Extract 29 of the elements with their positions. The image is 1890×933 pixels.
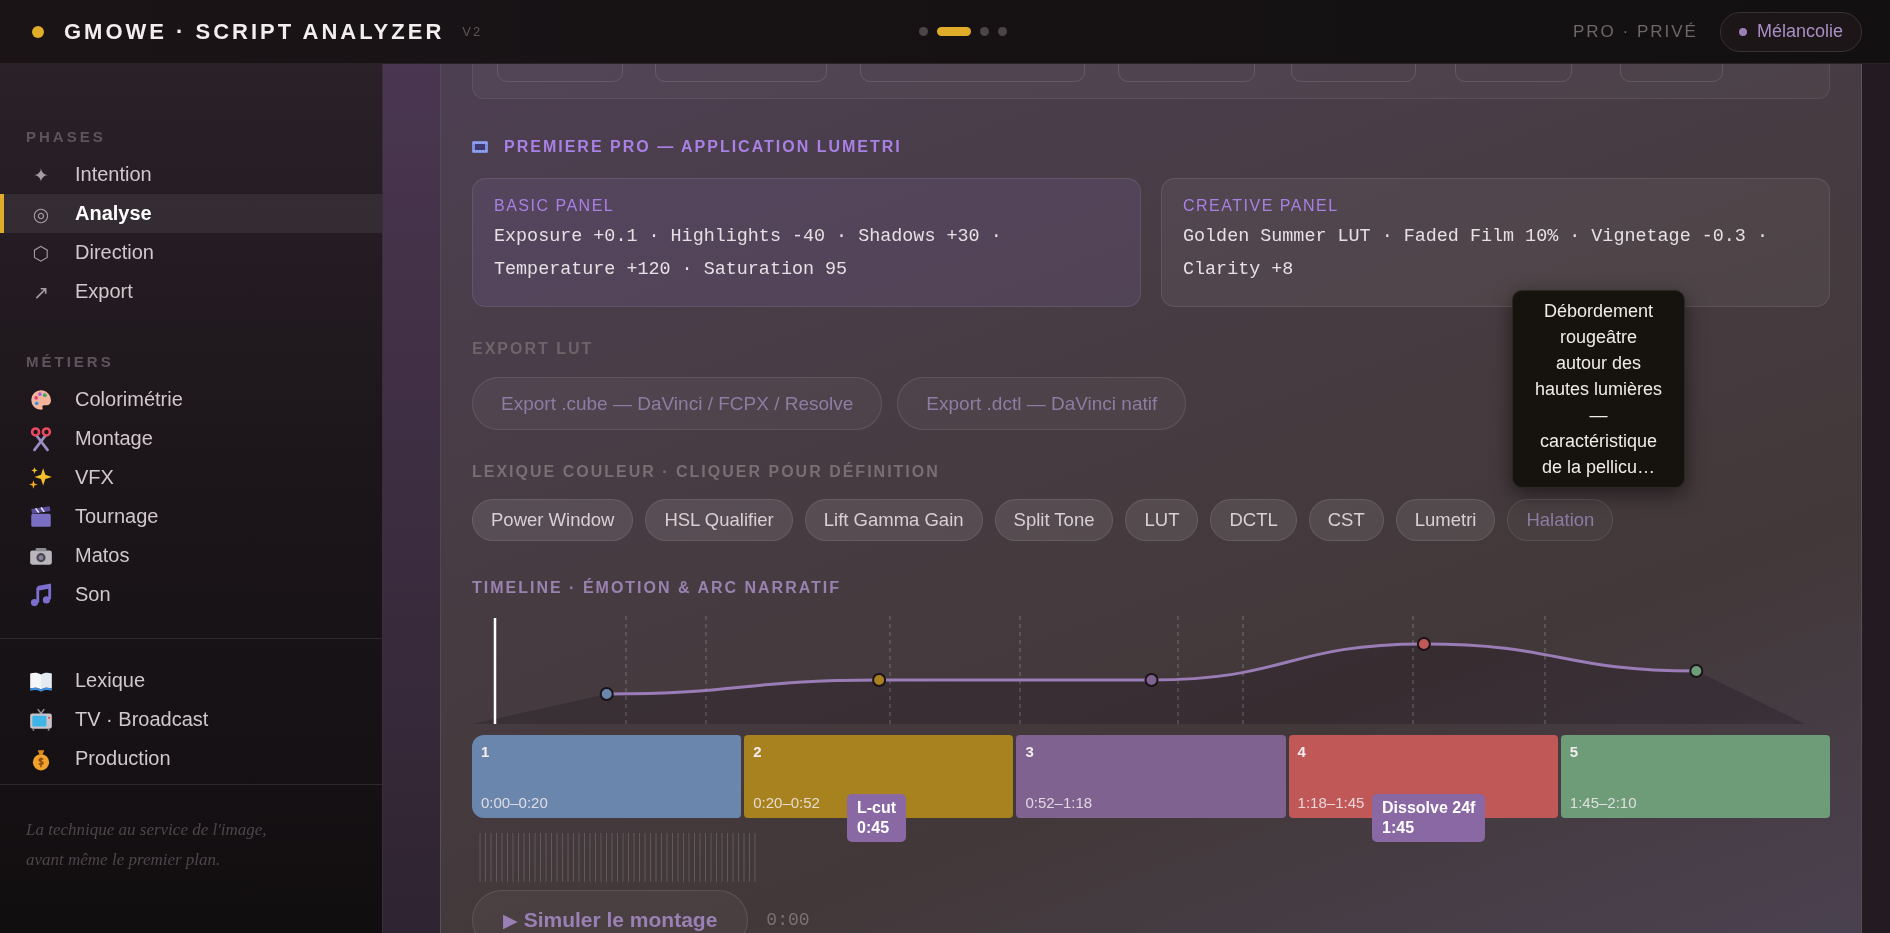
segment-time-range: 0:52–1:18	[1025, 794, 1093, 811]
segment-number: 2	[753, 743, 762, 760]
playback-time: 0:00	[766, 910, 810, 930]
section-heading: TIMELINE · ÉMOTION & ARC NARRATIF	[472, 578, 842, 598]
transition-tooltip: Dissolve 24f 1:45	[1372, 794, 1486, 842]
segment-number: 1	[481, 743, 490, 760]
segment-number: 3	[1025, 743, 1034, 760]
plan-label: PRO · PRIVÉ	[1573, 21, 1698, 42]
version-label: V2	[462, 24, 483, 39]
panel-title: BASIC PANEL	[494, 197, 616, 215]
panel-text: Golden Summer LUT · Faded Film 10% · Vignetage -0.3 · Clarity +8	[1183, 225, 1769, 282]
phase-icon: ✦	[33, 163, 49, 186]
definition-tooltip: Débordement rougeâtre autour des hautes lumières — caractéristique de la pellicu…	[1512, 290, 1685, 488]
sidebar-heading: MÉTIERS	[25, 353, 115, 370]
segment-number: 5	[1569, 743, 1579, 760]
phase-icon: ⬡	[32, 241, 50, 264]
panel-title: CREATIVE PANEL	[1183, 197, 1340, 215]
segment-time-range: 0:20–0:52	[753, 794, 820, 811]
transition-tooltip: L-cut 0:45	[847, 794, 907, 842]
tagline: La technique au service de l'image, avant même le premier plan.	[25, 819, 268, 871]
app-title: GMOWE · SCRIPT ANALYZER	[64, 18, 445, 45]
segment-time-range: 1:18–1:45	[1297, 794, 1365, 811]
panel-text: Exposure +0.1 · Highlights -40 · Shadows +30 · Temperature +120 · Saturation 95	[494, 225, 1003, 282]
phase-icon: ◎	[32, 202, 50, 225]
phase-icon: ↗	[33, 280, 49, 303]
segment-time-range: 0:00–0:20	[481, 794, 548, 811]
segment-time-range: 1:45–2:10	[1569, 794, 1637, 811]
section-heading: PREMIERE PRO — APPLICATION LUMETRI	[504, 137, 902, 157]
segment-number: 4	[1297, 743, 1306, 760]
